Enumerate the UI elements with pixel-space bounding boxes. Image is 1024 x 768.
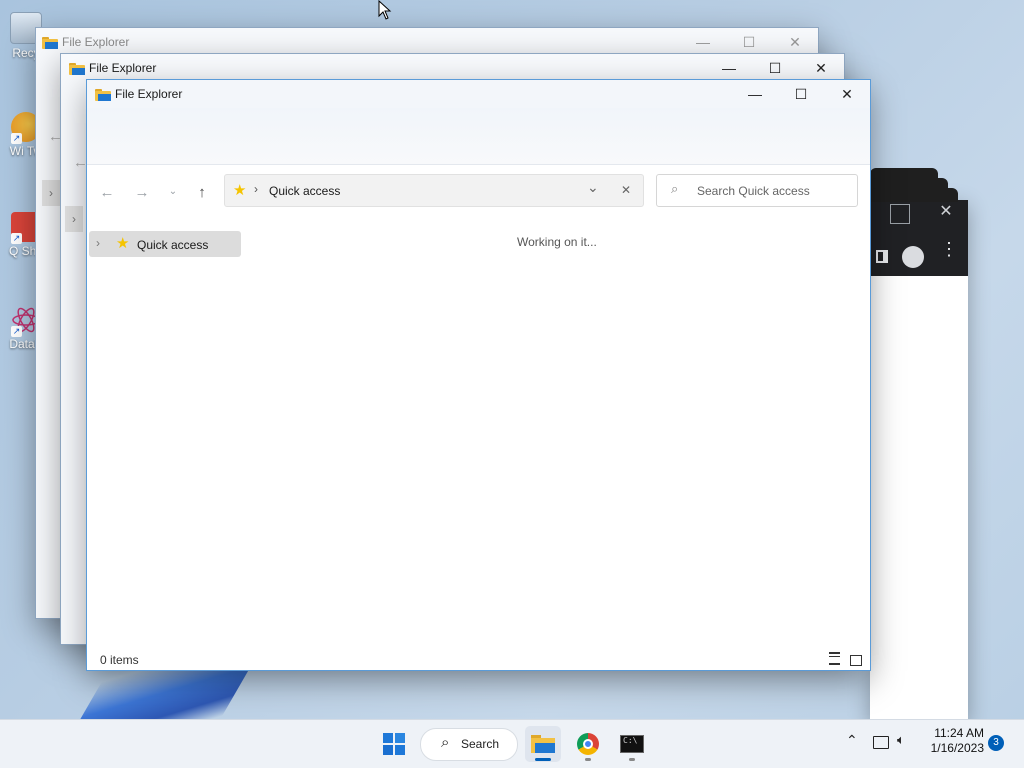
chevron-right-icon[interactable]: › (65, 206, 83, 232)
chrome-toolbar: ✕ ⋮ (870, 200, 968, 276)
side-panel-icon[interactable] (876, 250, 888, 263)
search-icon: ⌕ (671, 181, 679, 196)
clock[interactable]: 11:24 AM 1/16/2023 (922, 726, 984, 756)
maximize-button[interactable]: ☐ (752, 54, 798, 82)
running-indicator (585, 758, 591, 761)
profile-avatar-icon[interactable] (902, 246, 924, 268)
taskbar-file-explorer[interactable] (525, 726, 561, 762)
title-bar: File Explorer — ☐ ✕ (87, 80, 870, 108)
shortcut-arrow-icon: ↗ (11, 133, 22, 144)
file-explorer-window[interactable]: File Explorer — ☐ ✕ ← → ⌄ ↑ ★ › Quick ac… (86, 79, 871, 671)
details-view-icon[interactable] (829, 652, 840, 665)
window-title: File Explorer (89, 61, 157, 75)
folder-icon (69, 62, 85, 75)
running-indicator (629, 758, 635, 761)
breadcrumb-separator-icon: › (254, 182, 258, 196)
search-box[interactable]: ⌕ Search Quick access (656, 174, 858, 207)
title-bar: File Explorer — ☐ ✕ (36, 28, 818, 56)
chrome-window[interactable]: ✕ ⋮ (870, 200, 968, 720)
shortcut-arrow-icon: ↗ (11, 233, 22, 244)
taskbar-chrome[interactable] (570, 726, 606, 762)
taskbar-terminal[interactable]: C:\ (614, 726, 650, 762)
title-bar: File Explorer — ☐ ✕ (61, 54, 844, 82)
folder-icon (531, 735, 555, 753)
clock-time: 11:24 AM (934, 726, 984, 740)
close-icon[interactable]: ✕ (936, 200, 956, 224)
chevron-right-icon[interactable]: › (42, 180, 60, 206)
minimize-button[interactable]: — (706, 54, 752, 82)
address-bar[interactable]: ★ › Quick access ⌄ ✕ (224, 174, 644, 207)
window-title: File Explorer (62, 35, 130, 49)
large-icons-view-icon[interactable] (850, 655, 862, 666)
close-button[interactable]: ✕ (798, 54, 844, 82)
up-button[interactable]: ↑ (190, 184, 214, 201)
folder-icon (95, 88, 111, 101)
star-icon: ★ (116, 235, 130, 252)
window-title: File Explorer (115, 87, 183, 101)
taskbar-search[interactable]: ⌕ Search (420, 728, 518, 761)
expand-chevron-icon[interactable]: › (96, 236, 100, 250)
chrome-icon (577, 733, 599, 755)
start-button[interactable] (376, 726, 412, 762)
notification-badge[interactable]: 3 (988, 735, 1004, 751)
close-button[interactable]: ✕ (772, 28, 818, 56)
minimize-button[interactable]: — (680, 28, 726, 56)
stacked-window-edge (870, 188, 958, 202)
star-icon: ★ (233, 182, 247, 199)
minimize-button[interactable]: — (732, 80, 778, 108)
taskbar-search-label: Search (461, 737, 500, 751)
command-bar (87, 108, 870, 165)
recent-locations-chevron-icon[interactable]: ⌄ (161, 186, 185, 197)
show-hidden-icons-chevron-icon[interactable]: ⌃ (846, 732, 858, 749)
more-menu-icon[interactable]: ⋮ (940, 240, 958, 258)
mouse-cursor (378, 0, 392, 23)
network-icon[interactable] (873, 736, 889, 749)
clock-date: 1/16/2023 (930, 741, 984, 755)
loading-text: Working on it... (517, 235, 597, 249)
clear-address-icon[interactable]: ✕ (621, 183, 631, 197)
back-button[interactable]: ← (95, 184, 119, 201)
search-input[interactable]: Search Quick access (697, 184, 810, 198)
forward-button[interactable]: → (130, 184, 154, 201)
terminal-icon: C:\ (620, 735, 644, 753)
maximize-button[interactable]: ☐ (778, 80, 824, 108)
nav-item-label: Quick access (137, 238, 209, 252)
windows-logo-icon (383, 733, 405, 755)
shortcut-arrow-icon: ↗ (11, 326, 22, 337)
breadcrumb[interactable]: Quick access (269, 184, 340, 198)
active-indicator (535, 758, 551, 761)
nav-item-quick-access[interactable]: › ★ Quick access (89, 231, 241, 257)
taskbar: ⌕ Search C:\ ⌃ 🔈︎ 11:24 AM 1/16/2023 3 (0, 719, 1024, 768)
close-button[interactable]: ✕ (824, 80, 870, 108)
folder-icon (42, 36, 58, 49)
status-bar-count: 0 items (100, 653, 139, 667)
address-dropdown-icon[interactable]: ⌄ (587, 179, 599, 196)
search-icon: ⌕ (441, 734, 450, 751)
maximize-button[interactable]: ☐ (726, 28, 772, 56)
maximize-icon[interactable] (890, 204, 910, 224)
volume-icon[interactable]: 🔈︎ (897, 732, 905, 748)
